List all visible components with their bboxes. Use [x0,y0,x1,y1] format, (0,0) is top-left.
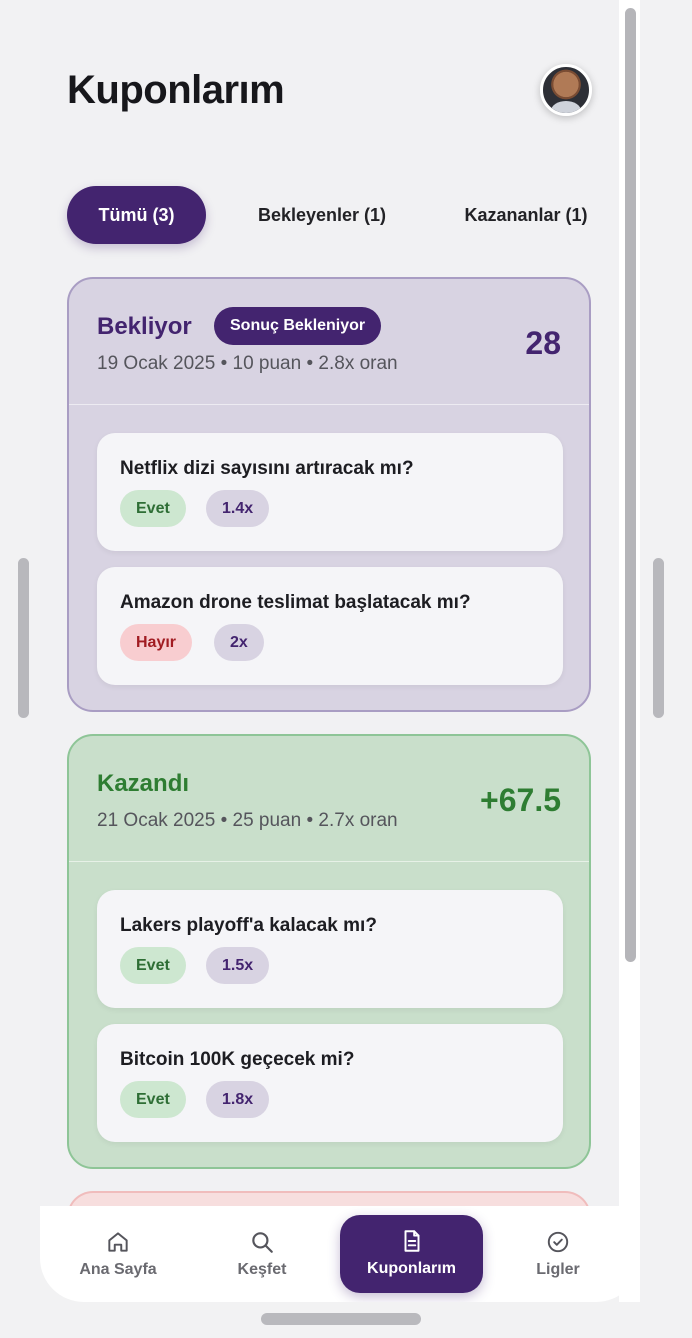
bet-odds-badge: 2x [214,624,264,661]
bet-item[interactable]: Lakers playoff'a kalacak mı? Evet 1.5x [97,890,563,1008]
nav-leagues[interactable]: Ligler [498,1206,618,1302]
coupon-card-won[interactable]: Kazandı 21 Ocak 2025 • 25 puan • 2.7x or… [67,734,591,1169]
coupon-amount: 28 [525,325,561,361]
nav-leagues-label: Ligler [536,1261,580,1278]
nav-home-label: Ana Sayfa [79,1261,157,1278]
bet-choice-badge: Evet [120,947,186,984]
tab-all[interactable]: Tümü (3) [67,186,206,244]
bet-item[interactable]: Netflix dizi sayısını artıracak mı? Evet… [97,433,563,551]
bet-question: Amazon drone teslimat başlatacak mı? [120,592,471,613]
bet-odds-badge: 1.8x [206,1081,270,1118]
bet-question: Bitcoin 100K geçecek mi? [120,1049,355,1070]
coupon-header: Bekliyor Sonuç Bekleniyor 19 Ocak 2025 •… [69,279,589,405]
coupon-meta: 19 Ocak 2025 • 10 puan • 2.8x oran [97,353,398,374]
nav-coupons[interactable]: Kuponlarım [340,1215,483,1293]
bottom-nav: Ana Sayfa Keşfet Kuponlarım Ligler [40,1206,619,1302]
app-screen: Kuponlarım Tümü (3) Bekleyenler (1) Kaza… [40,0,640,1302]
bet-question: Lakers playoff'a kalacak mı? [120,915,377,936]
avatar[interactable] [540,64,592,116]
document-icon [404,1230,419,1252]
coupon-status: Kazandı [97,770,190,797]
bet-odds-badge: 1.5x [206,947,270,984]
bet-choice-badge: Hayır [120,624,193,661]
bet-item[interactable]: Amazon drone teslimat başlatacak mı? Hay… [97,567,563,685]
bet-odds-badge: 1.4x [206,490,270,527]
page-title: Kuponlarım [67,68,285,112]
search-icon [252,1232,273,1253]
filter-tabs: Tümü (3) Bekleyenler (1) Kazananlar (1) [67,186,607,244]
avatar-shoulders [551,101,581,113]
scrollbar-thumb[interactable] [625,8,636,962]
device-side-button-right [653,558,664,718]
coupon-header: Kazandı 21 Ocak 2025 • 25 puan • 2.7x or… [69,736,589,862]
coupon-meta: 21 Ocak 2025 • 25 puan • 2.7x oran [97,810,398,831]
tab-won[interactable]: Kazananlar (1) [431,186,621,244]
home-icon [108,1232,128,1252]
badge-check-icon [547,1231,569,1253]
bet-choice-badge: Evet [120,490,186,527]
bet-item[interactable]: Bitcoin 100K geçecek mi? Evet 1.8x [97,1024,563,1142]
nav-explore-label: Keşfet [237,1261,287,1278]
status-badge: Sonuç Bekleniyor [214,307,382,345]
home-indicator[interactable] [261,1313,421,1325]
bet-choice-badge: Evet [120,1081,186,1118]
coupon-card-pending[interactable]: Bekliyor Sonuç Bekleniyor 19 Ocak 2025 •… [67,277,591,712]
nav-coupons-label: Kuponlarım [367,1260,456,1277]
coupon-amount: +67.5 [480,782,561,818]
nav-home[interactable]: Ana Sayfa [58,1206,178,1302]
nav-explore[interactable]: Keşfet [202,1206,322,1302]
coupon-status: Bekliyor [97,313,192,340]
tab-pending[interactable]: Bekleyenler (1) [227,186,417,244]
bet-question: Netflix dizi sayısını artıracak mı? [120,458,414,479]
device-side-button-left [18,558,29,718]
